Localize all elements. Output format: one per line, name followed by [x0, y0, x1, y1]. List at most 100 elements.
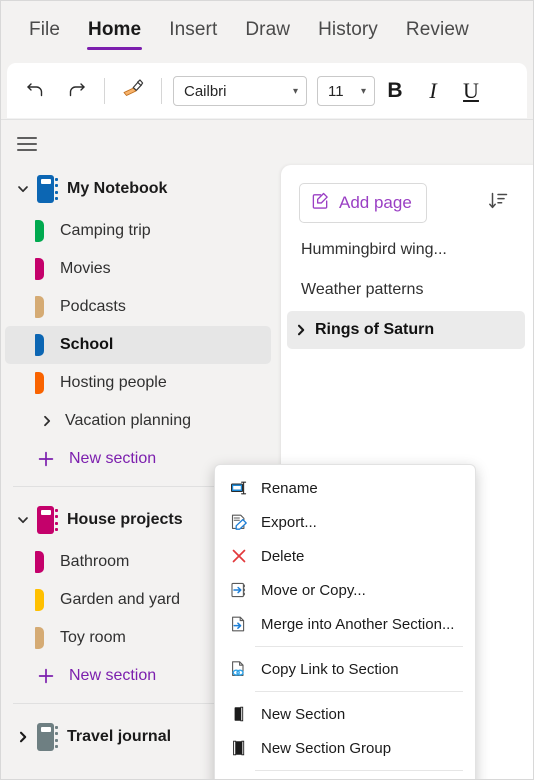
- section-color-tab: [35, 258, 44, 280]
- new-page-icon: [311, 191, 330, 215]
- section-row-school[interactable]: School: [5, 326, 271, 364]
- export-icon: [227, 510, 251, 534]
- context-menu-item-delete[interactable]: Delete: [215, 539, 475, 573]
- copy-link-icon: [227, 657, 251, 681]
- chevron-right-icon[interactable]: [293, 323, 309, 337]
- section-label: Movies: [60, 260, 111, 277]
- context-menu-item-new-section[interactable]: New Section: [215, 697, 475, 731]
- toolbar-divider-2: [161, 78, 162, 104]
- formatting-toolbar: Cailbri ▾ 11 ▾ B I U: [7, 63, 527, 119]
- section-color-tab: [35, 220, 44, 242]
- context-menu-item-label: Copy Link to Section: [261, 660, 399, 678]
- italic-button[interactable]: I: [415, 72, 451, 110]
- font-size-select[interactable]: 11 ▾: [317, 76, 375, 106]
- section-color-tab: [35, 372, 44, 394]
- toolbar-divider-1: [104, 78, 105, 104]
- plus-icon: [37, 450, 55, 468]
- section-label: Toy room: [60, 629, 126, 646]
- add-page-button[interactable]: Add page: [299, 183, 427, 223]
- ribbon-tab-draw[interactable]: Draw: [231, 13, 304, 51]
- merge-section-icon: [227, 612, 251, 636]
- notebook-name: Travel journal: [67, 728, 172, 745]
- chevron-right-icon[interactable]: [35, 414, 59, 428]
- section-context-menu: Rename Export... Delete Move or Copy... Merg…: [214, 464, 476, 779]
- chevron-down-icon: ▾: [360, 85, 366, 97]
- navigation-menu-button[interactable]: [13, 130, 41, 158]
- new-section-icon: [227, 702, 251, 726]
- ribbon-tab-home[interactable]: Home: [74, 13, 155, 51]
- section-color-tab: [35, 589, 44, 611]
- new-section-label: New section: [69, 667, 157, 684]
- sort-pages-button[interactable]: [481, 186, 515, 220]
- section-label: Garden and yard: [60, 591, 181, 608]
- notebook-name: House projects: [67, 511, 183, 528]
- context-menu-item-label: Rename: [261, 479, 318, 497]
- notebook-name: My Notebook: [67, 180, 168, 197]
- notebook-group: My Notebook Camping trip Movies Podcasts Sch…: [1, 166, 279, 478]
- chevron-down-icon[interactable]: [11, 182, 35, 196]
- context-menu-item-copy-link-to-section[interactable]: Copy Link to Section: [215, 652, 475, 686]
- context-menu-item-new-section-group[interactable]: New Section Group: [215, 731, 475, 765]
- context-menu-item-export[interactable]: Export...: [215, 505, 475, 539]
- page-list-item[interactable]: Weather patterns: [287, 271, 525, 309]
- notebook-row-my-notebook[interactable]: My Notebook: [1, 166, 279, 212]
- context-menu-item-label: Merge into Another Section...: [261, 615, 455, 633]
- new-section-group-icon: [227, 736, 251, 760]
- delete-icon: [227, 544, 251, 568]
- section-row-hosting-people[interactable]: Hosting people: [1, 364, 279, 402]
- underline-button[interactable]: U: [453, 72, 489, 110]
- page-list-item[interactable]: Rings of Saturn: [287, 311, 525, 349]
- context-menu-separator: [255, 646, 463, 647]
- context-menu-item-label: New Section Group: [261, 739, 392, 757]
- context-menu-item-label: Move or Copy...: [261, 581, 366, 599]
- section-row-camping-trip[interactable]: Camping trip: [1, 212, 279, 250]
- hamburger-icon-bar: [17, 149, 37, 151]
- section-label: Bathroom: [60, 553, 130, 570]
- section-label: School: [60, 336, 114, 353]
- section-label: Hosting people: [60, 374, 167, 391]
- rename-icon: [227, 476, 251, 500]
- notebook-icon: [37, 723, 59, 751]
- context-menu-item-merge-into-another-section[interactable]: Merge into Another Section...: [215, 607, 475, 641]
- ribbon-tab-insert[interactable]: Insert: [155, 13, 231, 51]
- format-painter-button[interactable]: [114, 72, 152, 110]
- font-size-value: 11: [328, 82, 344, 100]
- notebook-icon: [37, 506, 59, 534]
- page-list-item[interactable]: Hummingbird wing...: [287, 231, 525, 269]
- workspace-top-divider: [1, 119, 533, 120]
- page-list: Hummingbird wing... Weather patterns Rings…: [281, 231, 533, 349]
- context-menu-item-rename[interactable]: Rename: [215, 471, 475, 505]
- chevron-down-icon[interactable]: [11, 513, 35, 527]
- undo-icon: [24, 77, 48, 106]
- section-row-movies[interactable]: Movies: [1, 250, 279, 288]
- new-section-label: New section: [69, 450, 157, 467]
- notebook-icon: [37, 175, 59, 203]
- font-family-value: Cailbri: [184, 82, 227, 100]
- ribbon-tab-bar: File Home Insert Draw History Review: [1, 1, 533, 63]
- bold-button[interactable]: B: [377, 72, 413, 110]
- context-menu-separator: [255, 691, 463, 692]
- redo-button[interactable]: [57, 72, 95, 110]
- context-menu-item-label: New Section: [261, 705, 346, 723]
- context-menu-item-move-or-copy[interactable]: Move or Copy...: [215, 573, 475, 607]
- ribbon-tab-file[interactable]: File: [15, 13, 74, 51]
- context-menu-item-password-protect-this-section[interactable]: Password Protect This Section: [215, 776, 475, 779]
- section-label: Vacation planning: [65, 412, 192, 429]
- undo-button[interactable]: [17, 72, 55, 110]
- section-label: Podcasts: [60, 298, 126, 315]
- font-family-select[interactable]: Cailbri ▾: [173, 76, 307, 106]
- chevron-down-icon: ▾: [292, 85, 298, 97]
- ribbon-tab-review[interactable]: Review: [392, 13, 483, 51]
- section-group-row-vacation-planning[interactable]: Vacation planning: [1, 402, 279, 440]
- section-row-podcasts[interactable]: Podcasts: [1, 288, 279, 326]
- redo-icon: [64, 77, 88, 106]
- workspace: My Notebook Camping trip Movies Podcasts Sch…: [1, 119, 533, 779]
- section-color-tab: [35, 627, 44, 649]
- ribbon-tab-history[interactable]: History: [304, 13, 392, 51]
- section-label: Camping trip: [60, 222, 151, 239]
- move-copy-icon: [227, 578, 251, 602]
- format-painter-icon: [120, 76, 146, 107]
- section-color-tab: [35, 296, 44, 318]
- hamburger-icon-bar: [17, 143, 37, 145]
- chevron-right-icon[interactable]: [11, 730, 35, 744]
